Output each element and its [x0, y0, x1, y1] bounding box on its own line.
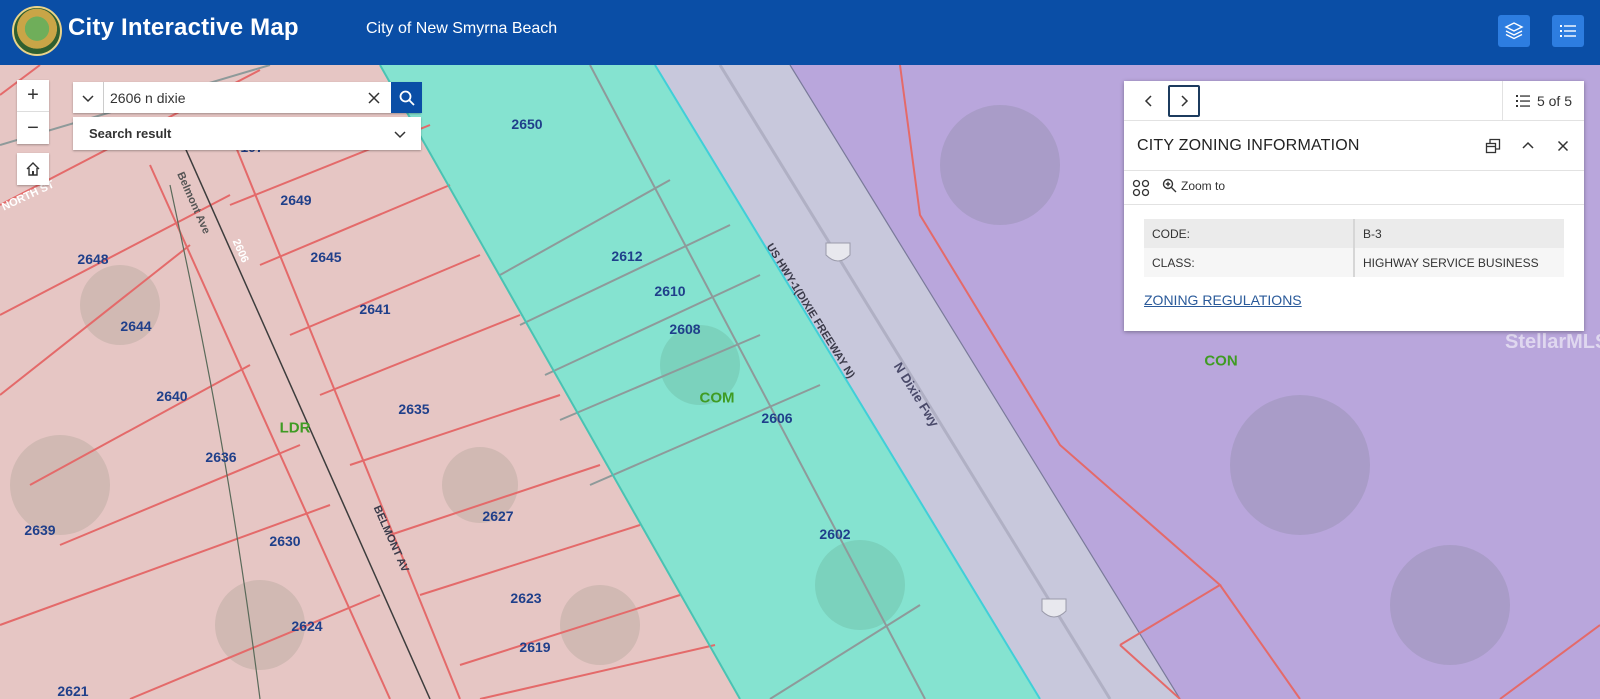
parcel-label: 2602 [819, 526, 851, 542]
parcel-label: 2619 [519, 639, 551, 655]
zoom-controls: + − [17, 80, 49, 144]
grid-dots-icon [1132, 179, 1150, 197]
zoom-in-button[interactable]: + [17, 80, 49, 112]
layers-button[interactable] [1498, 15, 1530, 47]
parcel-label: 2610 [654, 283, 686, 299]
app-title: City Interactive Map [68, 14, 299, 41]
zoom-in-icon [1162, 178, 1177, 193]
attribute-value: HIGHWAY SERVICE BUSINESS [1354, 248, 1564, 277]
pager-count: 5 of 5 [1536, 93, 1572, 109]
feature-pager[interactable]: 5 of 5 [1501, 81, 1572, 121]
parcel-label: 2645 [310, 249, 342, 265]
parcel-label: 2621 [57, 683, 89, 699]
parcel-label: 2624 [291, 618, 323, 634]
parcel-label: 2641 [359, 301, 391, 317]
actions-menu-button[interactable] [1132, 179, 1150, 202]
previous-feature-button[interactable] [1134, 86, 1164, 116]
app-header: City Interactive Map City of New Smyrna … [0, 0, 1600, 65]
parcel-label: 2644 [120, 318, 152, 334]
zone-label-ldr: LDR [279, 419, 311, 437]
table-row: CLASS: HIGHWAY SERVICE BUSINESS [1144, 248, 1564, 277]
close-icon [1557, 140, 1569, 152]
attribute-key: CLASS: [1144, 248, 1355, 277]
parcel-label: 2612 [611, 248, 643, 264]
zoom-out-button[interactable]: − [17, 112, 49, 144]
popup-nav-bar: 5 of 5 [1124, 81, 1584, 121]
next-feature-button[interactable] [1168, 85, 1200, 117]
search-clear-button[interactable] [361, 82, 387, 113]
popup-header: CITY ZONING INFORMATION [1124, 121, 1584, 171]
chevron-down-icon [82, 94, 94, 102]
parcel-label: 2635 [398, 401, 430, 417]
search-widget [73, 82, 422, 113]
home-icon [26, 162, 40, 176]
collapse-button[interactable] [1517, 135, 1539, 157]
zoning-popup: 5 of 5 CITY ZONING INFORMATION Zoom to C… [1124, 81, 1584, 331]
parcel-label: 2636 [205, 449, 237, 465]
parcel-label: 2608 [669, 321, 701, 337]
search-result-panel[interactable]: Search result [73, 117, 421, 150]
zoom-to-label: Zoom to [1181, 178, 1226, 193]
parcel-label: 2623 [510, 590, 542, 606]
search-source-dropdown[interactable] [73, 82, 104, 113]
table-row: CODE: B-3 [1144, 219, 1564, 248]
zoom-to-button[interactable]: Zoom to [1162, 178, 1225, 193]
list-icon [1560, 25, 1576, 37]
chevron-right-icon [1181, 95, 1189, 107]
legend-button[interactable] [1552, 15, 1584, 47]
list-icon [1515, 95, 1530, 107]
zoning-regulations-link[interactable]: ZONING REGULATIONS [1144, 292, 1302, 308]
popup-toolbar: Zoom to [1124, 171, 1584, 205]
city-seal-logo [12, 6, 62, 56]
home-button[interactable] [17, 153, 49, 185]
parcel-label: 2650 [511, 116, 543, 132]
close-popup-button[interactable] [1552, 135, 1574, 157]
parcel-label: 2639 [24, 522, 56, 538]
attribute-value: B-3 [1354, 219, 1564, 248]
attribute-table: CODE: B-3 CLASS: HIGHWAY SERVICE BUSINES… [1144, 219, 1564, 277]
parcel-label: 2630 [269, 533, 301, 549]
dock-button[interactable] [1482, 135, 1504, 157]
close-icon [368, 91, 380, 104]
chevron-left-icon [1144, 95, 1152, 107]
chevron-down-icon [394, 131, 406, 139]
popup-title: CITY ZONING INFORMATION [1137, 137, 1360, 154]
dock-icon [1485, 138, 1501, 154]
search-result-label: Search result [89, 126, 172, 141]
app-subtitle: City of New Smyrna Beach [366, 20, 558, 37]
parcel-label: 2649 [280, 192, 312, 208]
parcel-label: 2627 [482, 508, 514, 524]
search-button[interactable] [391, 82, 422, 113]
chevron-up-icon [1522, 141, 1534, 149]
search-input[interactable] [110, 82, 350, 113]
zone-label-con: CON [1204, 352, 1238, 370]
parcel-label: 2640 [156, 388, 188, 404]
watermark: StellarMLS [1505, 331, 1600, 353]
layers-icon [1504, 22, 1524, 40]
parcel-label: 2606 [761, 410, 793, 426]
zone-label-com: COM [699, 389, 735, 407]
search-icon [399, 90, 415, 106]
attribute-key: CODE: [1144, 219, 1355, 248]
parcel-label: 2648 [77, 251, 109, 267]
